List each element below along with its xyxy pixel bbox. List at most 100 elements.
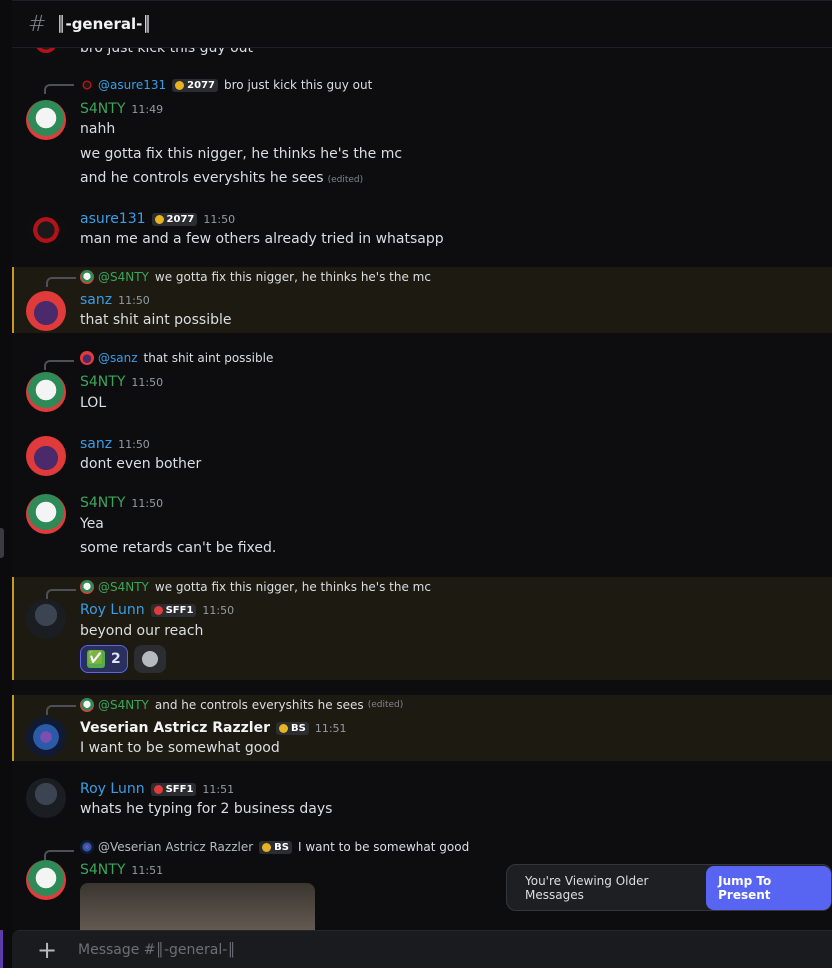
username[interactable]: Roy Lunn: [80, 781, 145, 797]
timestamp: 11:50: [203, 212, 236, 226]
message-header: sanz 11:50: [80, 292, 150, 308]
message-composer: +: [12, 930, 832, 968]
reply-preview[interactable]: @sanz that shit aint possible: [80, 351, 273, 365]
reply-spine: [44, 84, 74, 94]
reply-preview[interactable]: @asure131 2077 bro just kick this guy ou…: [80, 78, 372, 92]
badge-icon: [279, 723, 288, 733]
message-text: some retards can't be fixed.: [80, 540, 277, 556]
message[interactable]: Roy Lunn SFF1 11:51 whats he typing for …: [12, 772, 832, 828]
timestamp: 11:51: [131, 863, 164, 877]
message[interactable]: @asure131 2077 bro just kick this guy ou…: [12, 72, 832, 192]
avatar[interactable]: [26, 599, 66, 639]
username[interactable]: S4NTY: [80, 374, 125, 390]
badge-icon: [154, 214, 164, 224]
message[interactable]: asure131 2077 11:50 man me and a few oth…: [12, 200, 832, 262]
message[interactable]: @S4NTY and he controls everyshits he see…: [12, 695, 832, 761]
message-header: S4NTY 11:50: [80, 495, 163, 511]
timestamp: 11:50: [131, 496, 164, 510]
add-reaction-button[interactable]: [133, 645, 166, 673]
reply-username[interactable]: @asure131: [98, 78, 166, 92]
reply-text: bro just kick this guy out: [224, 78, 373, 92]
hash-icon: #: [28, 11, 47, 37]
timestamp: 11:51: [202, 782, 235, 796]
jump-to-present-button[interactable]: Jump To Present: [706, 865, 831, 910]
username[interactable]: Veserian Astricz Razzler: [80, 720, 270, 736]
server-indicator: [0, 930, 3, 968]
reply-avatar: [80, 580, 94, 594]
reply-avatar: [80, 78, 94, 92]
edited-tag: (edited): [327, 175, 364, 185]
username[interactable]: asure131: [80, 211, 146, 227]
badge-icon: [153, 784, 163, 794]
message-text: we gotta fix this nigger, he thinks he's…: [80, 146, 403, 162]
older-messages-text: You're Viewing Older Messages: [525, 873, 649, 902]
reply-spine: [46, 277, 76, 287]
avatar[interactable]: [26, 494, 66, 534]
reaction-check[interactable]: ✅ 2: [80, 645, 128, 673]
role-badge: BS: [276, 721, 309, 735]
username[interactable]: sanz: [80, 436, 112, 452]
reply-username[interactable]: @Veserian Astricz Razzler: [98, 840, 253, 854]
message-input[interactable]: [78, 941, 678, 958]
plus-icon[interactable]: +: [36, 938, 58, 962]
reply-preview[interactable]: @S4NTY we gotta fix this nigger, he thin…: [80, 580, 431, 594]
message[interactable]: @sanz that shit aint possible S4NTY 11:5…: [12, 348, 832, 418]
username[interactable]: Roy Lunn: [80, 602, 145, 618]
message[interactable]: @S4NTY we gotta fix this nigger, he thin…: [12, 267, 832, 333]
reply-spine: [46, 589, 76, 599]
badge-icon: [262, 842, 272, 852]
reply-avatar: [80, 840, 94, 854]
reply-spine: [44, 850, 74, 860]
timestamp: 11:50: [118, 437, 150, 451]
avatar[interactable]: [26, 372, 66, 412]
message-text: LOL: [80, 395, 107, 411]
channel-header: # ║-general-║: [12, 0, 832, 48]
reply-avatar: [80, 351, 94, 365]
role-badge: SFF1: [150, 782, 197, 796]
message-header: sanz 11:50: [80, 436, 150, 452]
timestamp: 11:49: [131, 102, 164, 116]
image-attachment[interactable]: [80, 883, 315, 930]
badge-icon: [175, 80, 185, 90]
username[interactable]: S4NTY: [80, 495, 125, 511]
avatar[interactable]: [26, 436, 66, 476]
reply-username[interactable]: @S4NTY: [98, 580, 149, 594]
reply-badge: 2077: [172, 78, 219, 92]
reaction-count: 2: [111, 651, 121, 667]
username[interactable]: S4NTY: [80, 862, 125, 878]
role-badge: SFF1: [150, 603, 197, 617]
avatar[interactable]: [26, 860, 66, 900]
reply-preview[interactable]: @S4NTY and he controls everyshits he see…: [80, 698, 403, 712]
message-text: dont even bother: [80, 456, 202, 472]
older-messages-bar: You're Viewing Older Messages Jump To Pr…: [506, 864, 832, 911]
reply-username[interactable]: @S4NTY: [98, 698, 149, 712]
message[interactable]: @S4NTY we gotta fix this nigger, he thin…: [12, 577, 832, 680]
reply-username[interactable]: @sanz: [98, 351, 138, 365]
avatar[interactable]: [26, 210, 66, 250]
reply-text: we gotta fix this nigger, he thinks he's…: [154, 270, 431, 284]
badge-icon: [153, 605, 163, 615]
message[interactable]: sanz 11:50 dont even bother: [12, 428, 832, 488]
reply-text: we gotta fix this nigger, he thinks he's…: [154, 580, 431, 594]
username[interactable]: sanz: [80, 292, 112, 308]
message[interactable]: S4NTY 11:50 Yea some retards can't be fi…: [12, 490, 832, 568]
channel-title: ║-general-║: [56, 15, 152, 33]
reply-preview[interactable]: @Veserian Astricz Razzler BS I want to b…: [80, 840, 469, 854]
avatar[interactable]: [26, 100, 66, 140]
message-header: Veserian Astricz Razzler BS 11:51: [80, 720, 347, 736]
avatar[interactable]: [26, 291, 66, 331]
reply-text: I want to be somewhat good: [297, 840, 470, 854]
message-header: S4NTY 11:50: [80, 374, 163, 390]
message-text: beyond our reach: [80, 623, 204, 639]
message-list[interactable]: bro just kick this guy out @asure131 207…: [12, 0, 832, 930]
message-text: whats he typing for 2 business days: [80, 801, 333, 817]
avatar[interactable]: [26, 717, 66, 757]
reply-username[interactable]: @S4NTY: [98, 270, 149, 284]
reply-badge: BS: [259, 840, 292, 854]
avatar[interactable]: [26, 778, 66, 818]
reply-spine: [46, 705, 76, 715]
scroll-notch: [0, 528, 4, 558]
reply-preview[interactable]: @S4NTY we gotta fix this nigger, he thin…: [80, 270, 431, 284]
username[interactable]: S4NTY: [80, 101, 125, 117]
message-header: Roy Lunn SFF1 11:51: [80, 781, 234, 797]
